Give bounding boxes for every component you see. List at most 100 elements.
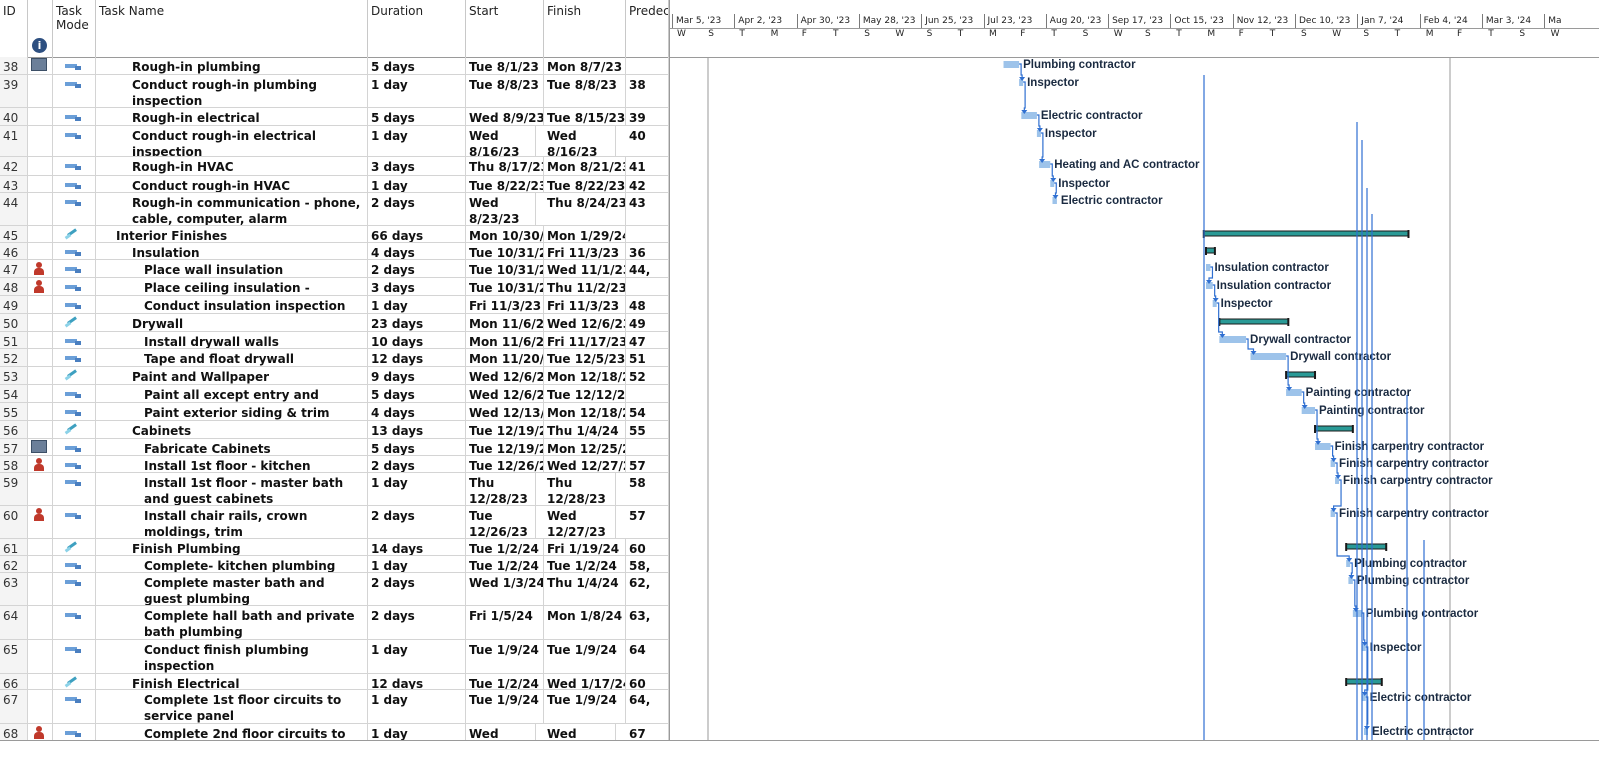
- table-row[interactable]: 42 Rough-in HVAC 3 days Thu 8/17/23 Mon 8/21…: [0, 157, 669, 176]
- task-finish[interactable]: Mon 12/25/23: [544, 439, 626, 455]
- task-finish[interactable]: Wed 12/27/23: [544, 506, 616, 538]
- task-mode-cell[interactable]: [53, 193, 96, 225]
- task-finish[interactable]: Fri 11/3/23: [544, 243, 626, 259]
- task-mode-cell[interactable]: [53, 456, 96, 472]
- task-name[interactable]: Rough-in electrical: [96, 108, 368, 125]
- task-predecessors[interactable]: [626, 439, 669, 455]
- task-predecessors[interactable]: 58,: [626, 556, 669, 572]
- task-finish[interactable]: Tue 8/22/23: [544, 176, 626, 192]
- task-duration[interactable]: 10 days: [368, 332, 466, 348]
- table-row[interactable]: 40 Rough-in electrical 5 days Wed 8/9/23 Tue…: [0, 108, 669, 126]
- task-predecessors[interactable]: [626, 57, 669, 74]
- col-header-task-name[interactable]: Task Name: [96, 0, 368, 57]
- task-mode-cell[interactable]: [53, 606, 96, 639]
- task-start[interactable]: Tue 8/8/23: [466, 75, 544, 107]
- task-start[interactable]: Tue 10/31/23: [466, 243, 544, 259]
- indicators-cell[interactable]: [28, 193, 53, 225]
- table-row[interactable]: 64 Complete hall bath and private bath pl…: [0, 606, 669, 640]
- task-finish[interactable]: Tue 12/12/23: [544, 385, 626, 402]
- task-name[interactable]: Tape and float drywall: [96, 349, 368, 366]
- table-row[interactable]: 57 Fabricate Cabinets5 daysTue 12/19/23Mo…: [0, 439, 669, 456]
- indicators-cell[interactable]: [28, 640, 53, 673]
- table-row[interactable]: 53 Paint and Wallpaper9 daysWed 12/6/23Mo…: [0, 367, 669, 385]
- indicators-cell[interactable]: [28, 57, 53, 74]
- task-finish[interactable]: Tue 8/15/23: [544, 108, 626, 125]
- indicators-cell[interactable]: [28, 367, 53, 384]
- task-mode-cell[interactable]: [53, 260, 96, 277]
- task-finish[interactable]: Fri 11/3/23: [544, 296, 626, 313]
- table-row[interactable]: 60 Install chair rails, crown moldings, t…: [0, 506, 669, 539]
- table-row[interactable]: 56 Cabinets13 daysTue 12/19/23Thu 1/4/245…: [0, 421, 669, 439]
- indicators-cell[interactable]: [28, 456, 53, 472]
- task-predecessors[interactable]: 60: [626, 674, 669, 689]
- task-mode-cell[interactable]: [53, 403, 96, 420]
- task-start[interactable]: Wed 12/6/23: [466, 385, 544, 402]
- task-name[interactable]: Install 1st floor - kitchen cabinets: [96, 456, 368, 472]
- task-duration[interactable]: 5 days: [368, 108, 466, 125]
- table-row[interactable]: 59 Install 1st floor - master bath and gu…: [0, 473, 669, 506]
- task-finish[interactable]: Wed 8/16/23: [544, 126, 616, 156]
- task-finish[interactable]: Mon 12/18/23: [544, 367, 626, 384]
- task-name[interactable]: Conduct finish plumbing inspection: [96, 640, 368, 673]
- task-mode-cell[interactable]: [53, 674, 96, 689]
- table-row[interactable]: 61 Finish Plumbing 14 days Tue 1/2/24 Fri 1/…: [0, 539, 669, 556]
- task-mode-cell[interactable]: [53, 506, 96, 538]
- task-mode-cell[interactable]: [53, 278, 96, 295]
- task-duration[interactable]: 1 day: [368, 556, 466, 572]
- task-finish[interactable]: Wed 1/17/24: [544, 674, 626, 689]
- indicators-cell[interactable]: [28, 539, 53, 555]
- task-predecessors[interactable]: [626, 385, 669, 402]
- task-predecessors[interactable]: 60: [626, 539, 669, 555]
- task-start[interactable]: Mon 10/30/23: [466, 226, 544, 242]
- task-mode-cell[interactable]: [53, 226, 96, 242]
- indicators-cell[interactable]: [28, 108, 53, 125]
- task-name[interactable]: Install chair rails, crown moldings, tri…: [96, 506, 368, 538]
- task-mode-cell[interactable]: [53, 724, 96, 740]
- task-name[interactable]: Conduct rough-in electrical inspection: [96, 126, 368, 156]
- task-finish[interactable]: Mon 8/7/23: [544, 57, 626, 74]
- task-predecessors[interactable]: 48: [626, 296, 669, 313]
- task-start[interactable]: Tue 10/31/23: [466, 278, 544, 295]
- table-row[interactable]: 44 Rough-in communication - phone, cable,…: [0, 193, 669, 226]
- task-mode-cell[interactable]: [53, 332, 96, 348]
- task-predecessors[interactable]: 49: [626, 314, 669, 331]
- task-mode-cell[interactable]: [53, 243, 96, 259]
- task-duration[interactable]: 9 days: [368, 367, 466, 384]
- task-duration[interactable]: 2 days: [368, 456, 466, 472]
- indicators-cell[interactable]: [28, 243, 53, 259]
- table-row[interactable]: 43Conduct rough-in HVAC inspection1 dayT…: [0, 176, 669, 193]
- table-row[interactable]: 52 Tape and float drywall 12 days Mon 11/20…: [0, 349, 669, 367]
- task-mode-cell[interactable]: [53, 157, 96, 175]
- task-name[interactable]: Install 1st floor - master bath and gues…: [96, 473, 368, 505]
- indicators-cell[interactable]: [28, 176, 53, 192]
- task-duration[interactable]: 5 days: [368, 439, 466, 455]
- table-row[interactable]: 39 Conduct rough-in plumbing inspection 1 …: [0, 75, 669, 108]
- task-duration[interactable]: 2 days: [368, 193, 466, 225]
- task-name[interactable]: Fabricate Cabinets: [96, 439, 368, 455]
- task-start[interactable]: Wed 8/9/23: [466, 108, 544, 125]
- task-finish[interactable]: Tue 8/8/23: [544, 75, 626, 107]
- task-name[interactable]: Rough-in HVAC: [96, 157, 368, 175]
- task-finish[interactable]: Mon 12/18/23: [544, 403, 626, 420]
- task-duration[interactable]: 5 days: [368, 57, 466, 74]
- task-finish[interactable]: Mon 1/29/24: [544, 226, 626, 242]
- task-mode-cell[interactable]: [53, 367, 96, 384]
- task-start[interactable]: Mon 11/6/23: [466, 332, 544, 348]
- task-name[interactable]: Cabinets: [96, 421, 368, 438]
- task-name[interactable]: Install drywall walls: [96, 332, 368, 348]
- table-row[interactable]: 38 Rough-in plumbing 5 days Tue 8/1/23 Mon 8…: [0, 57, 669, 75]
- task-predecessors[interactable]: 57: [626, 456, 669, 472]
- task-duration[interactable]: 4 days: [368, 243, 466, 259]
- task-predecessors[interactable]: 52: [626, 367, 669, 384]
- task-duration[interactable]: 1 day: [368, 724, 466, 740]
- task-finish[interactable]: Tue 1/9/24: [544, 690, 626, 723]
- col-header-task-mode[interactable]: Task Mode: [53, 0, 96, 57]
- task-start[interactable]: Mon 11/6/23: [466, 314, 544, 331]
- task-finish[interactable]: Wed 12/6/23: [544, 314, 626, 331]
- task-mode-cell[interactable]: [53, 176, 96, 192]
- task-start[interactable]: Tue 8/1/23: [466, 57, 544, 74]
- task-duration[interactable]: 4 days: [368, 403, 466, 420]
- task-start[interactable]: Tue 1/2/24: [466, 556, 544, 572]
- task-predecessors[interactable]: 57: [626, 506, 669, 538]
- task-duration[interactable]: 3 days: [368, 157, 466, 175]
